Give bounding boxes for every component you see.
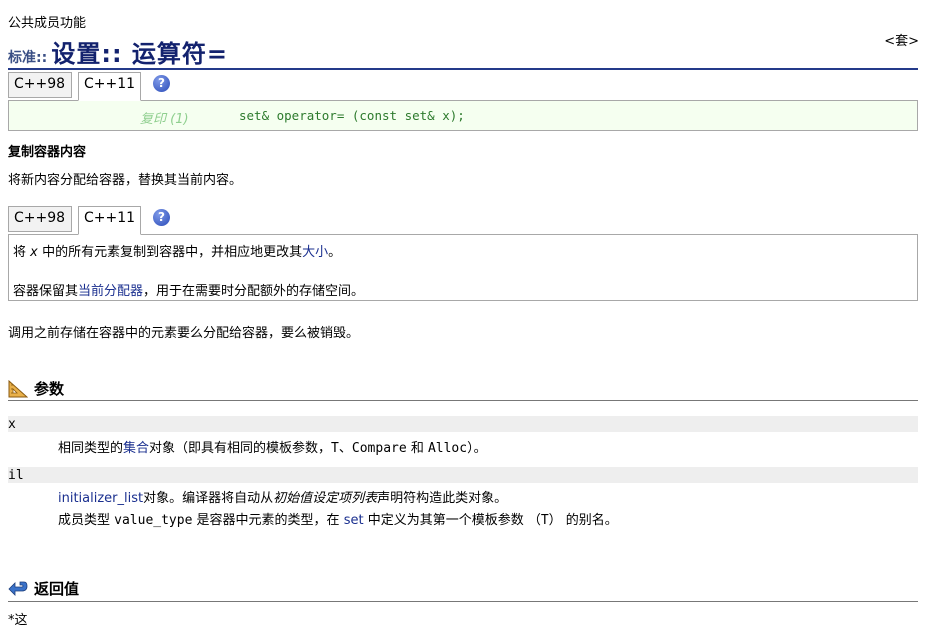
param-x-ref: x	[30, 245, 38, 260]
title-divider	[8, 68, 918, 70]
after-text: 调用之前存储在容器中的元素要么分配给容器，要么被销毁。	[8, 326, 360, 341]
return-arrow-icon	[8, 580, 28, 598]
return-value-divider	[8, 601, 918, 602]
description-line-2: 容器保留其当前分配器，用于在需要时分配额外的存储空间。	[13, 284, 365, 299]
help-icon[interactable]: ?	[153, 209, 170, 226]
page-title: 标准:: 设置:: 运算符=	[8, 34, 228, 69]
summary-heading: 复制容器内容	[8, 145, 87, 160]
initializer-list-link[interactable]: initializer_list	[58, 491, 143, 506]
description-box: 将 x 中的所有元素复制到容器中，并相应地更改其大小。 容器保留其当前分配器，用…	[8, 234, 918, 301]
summary-text: 将新内容分配给容器，替换其当前内容。	[8, 173, 243, 188]
tab-cpp11-description[interactable]: C++11	[78, 206, 141, 235]
tab-cpp11-declaration[interactable]: C++11	[78, 72, 141, 101]
param-name-il: il	[8, 468, 24, 483]
title-function: 设置:: 运算符=	[51, 40, 229, 68]
param-desc-il-line-2: 成员类型 value_type 是容器中元素的类型，在 set 中定义为其第一个…	[58, 513, 618, 528]
param-name-x: x	[8, 417, 16, 432]
member-type-label: 公共成员功能	[8, 16, 87, 31]
ruler-icon	[8, 379, 29, 398]
help-icon[interactable]: ?	[153, 75, 170, 92]
param-desc-x: 相同类型的集合对象（即具有相同的模板参数，T、Compare 和 Alloc）。	[58, 441, 487, 456]
size-link[interactable]: 大小	[302, 245, 328, 260]
title-namespace: 标准::	[8, 50, 48, 66]
tab-cpp98-declaration[interactable]: C++98	[8, 72, 72, 98]
page: 公共成员功能 标准:: 设置:: 运算符= <套> C++98 C++11 ? …	[0, 0, 925, 631]
param-row-x	[8, 416, 918, 432]
description-line-1: 将 x 中的所有元素复制到容器中，并相应地更改其大小。	[13, 245, 342, 260]
set-link[interactable]: 集合	[123, 441, 149, 456]
tab-cpp98-description[interactable]: C++98	[8, 206, 72, 232]
declaration-box: 复印 (1) set& operator= (const set& x);	[8, 100, 918, 131]
declaration-code: set& operator= (const set& x);	[239, 108, 465, 123]
allocator-link[interactable]: 当前分配器	[78, 284, 143, 299]
declaration-label: 复印 (1)	[140, 112, 189, 127]
param-row-il	[8, 467, 918, 483]
parameters-heading: 参数	[8, 378, 64, 399]
header-set-link[interactable]: <套>	[884, 30, 919, 49]
param-desc-il-line-1: initializer_list对象。编译器将自动从初始值设定项列表声明符构造此…	[58, 491, 508, 506]
set-class-link[interactable]: set	[344, 513, 364, 528]
parameters-divider	[8, 400, 918, 401]
return-value-text: *这	[8, 613, 28, 628]
return-value-heading: 返回值	[8, 578, 79, 599]
